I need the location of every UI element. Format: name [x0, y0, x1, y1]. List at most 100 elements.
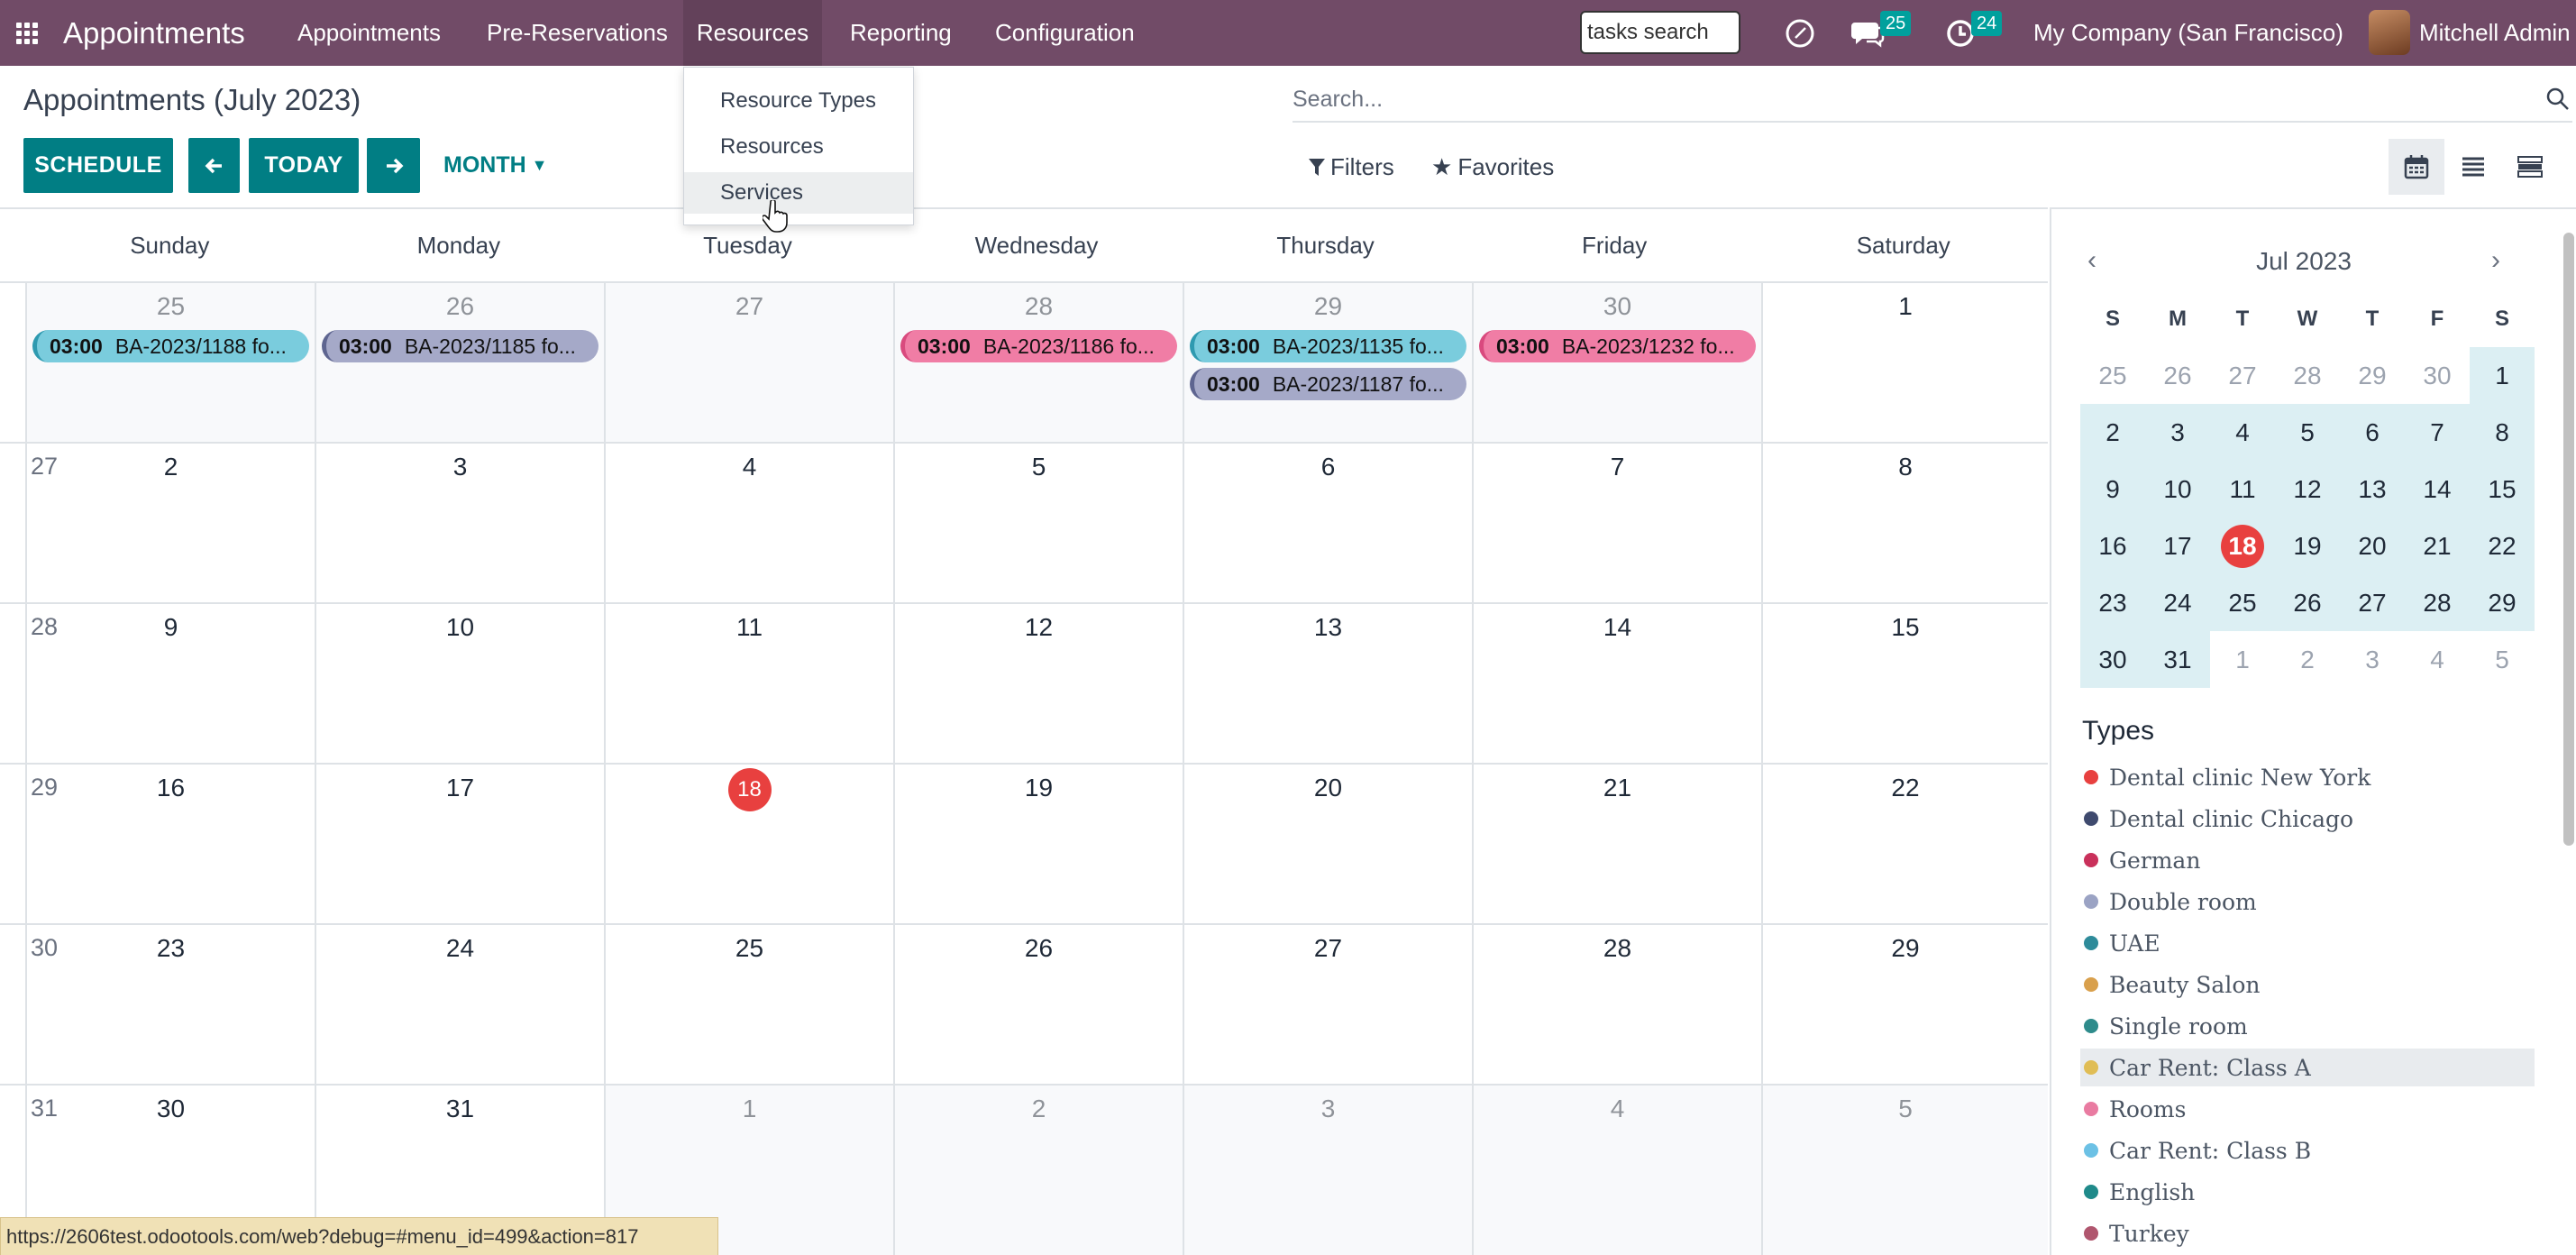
- menu-configuration[interactable]: Configuration: [995, 0, 1135, 66]
- mini-day[interactable]: 15: [2470, 461, 2535, 518]
- gantt-view-button[interactable]: [2502, 139, 2558, 195]
- mini-day[interactable]: 25: [2080, 347, 2145, 404]
- type-filter-item[interactable]: Dental clinic Chicago: [2080, 800, 2535, 838]
- mini-day[interactable]: 31: [2145, 631, 2210, 688]
- menu-resources[interactable]: Resources: [683, 0, 822, 66]
- day-cell[interactable]: 27: [1183, 925, 1472, 1086]
- mini-day[interactable]: 27: [2340, 574, 2405, 631]
- mini-day[interactable]: 30: [2405, 347, 2470, 404]
- apps-menu-icon[interactable]: [16, 0, 41, 66]
- mini-day[interactable]: 13: [2340, 461, 2405, 518]
- day-cell[interactable]: 1: [1761, 283, 2048, 444]
- mini-day[interactable]: 28: [2275, 347, 2340, 404]
- day-cell[interactable]: 13: [1183, 604, 1472, 765]
- type-filter-item[interactable]: English: [2080, 1173, 2535, 1211]
- type-filter-item[interactable]: Dental clinic New York: [2080, 758, 2535, 796]
- calendar-event[interactable]: 03:00 BA-2023/1135 fo...: [1190, 330, 1466, 362]
- day-cell[interactable]: 12: [893, 604, 1183, 765]
- menu-item-resource-types[interactable]: Resource Types: [684, 80, 913, 122]
- mini-day[interactable]: 27: [2210, 347, 2275, 404]
- day-cell[interactable]: 7: [1472, 444, 1761, 604]
- sidebar-scrollbar[interactable]: [2563, 233, 2574, 846]
- day-cell[interactable]: 29: [1761, 925, 2048, 1086]
- calendar-event[interactable]: 03:00 BA-2023/1232 fo...: [1479, 330, 1756, 362]
- mini-day[interactable]: 5: [2275, 404, 2340, 461]
- mini-day[interactable]: 21: [2405, 518, 2470, 574]
- mini-day[interactable]: 28: [2405, 574, 2470, 631]
- day-cell[interactable]: 4: [604, 444, 893, 604]
- day-cell[interactable]: 26 03:00 BA-2023/1185 fo...: [315, 283, 604, 444]
- mini-day[interactable]: 29: [2340, 347, 2405, 404]
- day-cell[interactable]: 10: [315, 604, 604, 765]
- day-cell[interactable]: 16: [25, 765, 315, 925]
- day-cell[interactable]: 28 03:00 BA-2023/1186 fo...: [893, 283, 1183, 444]
- day-cell[interactable]: 15: [1761, 604, 2048, 765]
- day-cell[interactable]: 21: [1472, 765, 1761, 925]
- day-cell[interactable]: 19: [893, 765, 1183, 925]
- day-cell[interactable]: 14: [1472, 604, 1761, 765]
- day-cell[interactable]: 4: [1472, 1086, 1761, 1255]
- mini-day[interactable]: 4: [2405, 631, 2470, 688]
- day-cell[interactable]: 28: [1472, 925, 1761, 1086]
- filters-toggle[interactable]: Filters: [1309, 153, 1394, 181]
- mini-day[interactable]: 16: [2080, 518, 2145, 574]
- calendar-event[interactable]: 03:00 BA-2023/1188 fo...: [32, 330, 309, 362]
- mini-day[interactable]: 26: [2145, 347, 2210, 404]
- mini-day[interactable]: 24: [2145, 574, 2210, 631]
- mini-day[interactable]: 19: [2275, 518, 2340, 574]
- day-cell[interactable]: 3: [1183, 1086, 1472, 1255]
- type-filter-item[interactable]: Turkey: [2080, 1214, 2535, 1252]
- search-icon[interactable]: [2545, 87, 2571, 112]
- scale-dropdown[interactable]: MONTH ▼: [443, 138, 547, 193]
- mini-day[interactable]: 9: [2080, 461, 2145, 518]
- company-switcher[interactable]: My Company (San Francisco): [2033, 0, 2343, 66]
- mini-day[interactable]: 1: [2210, 631, 2275, 688]
- today-button[interactable]: TODAY: [249, 138, 359, 193]
- day-cell[interactable]: 3: [315, 444, 604, 604]
- user-menu[interactable]: Mitchell Admin: [2419, 0, 2571, 66]
- day-cell[interactable]: 30 03:00 BA-2023/1232 fo...: [1472, 283, 1761, 444]
- menu-appointments[interactable]: Appointments: [297, 0, 441, 66]
- mini-day[interactable]: 7: [2405, 404, 2470, 461]
- app-brand[interactable]: Appointments: [63, 0, 245, 66]
- type-filter-item[interactable]: Car Rent: Class B: [2080, 1131, 2535, 1169]
- mini-day[interactable]: 5: [2470, 631, 2535, 688]
- mini-day[interactable]: 1: [2470, 347, 2535, 404]
- type-filter-item[interactable]: Double room: [2080, 883, 2535, 921]
- menu-pre-reservations[interactable]: Pre-Reservations: [487, 0, 668, 66]
- mini-day[interactable]: 20: [2340, 518, 2405, 574]
- day-cell[interactable]: 11: [604, 604, 893, 765]
- type-filter-item[interactable]: Beauty Salon: [2080, 966, 2535, 1003]
- mini-day[interactable]: 26: [2275, 574, 2340, 631]
- mini-day[interactable]: 3: [2340, 631, 2405, 688]
- mini-day[interactable]: 3: [2145, 404, 2210, 461]
- mini-day[interactable]: 17: [2145, 518, 2210, 574]
- day-cell[interactable]: 29 03:00 BA-2023/1135 fo... 03:00 BA-2023/…: [1183, 283, 1472, 444]
- mini-day[interactable]: 14: [2405, 461, 2470, 518]
- mini-day[interactable]: 8: [2470, 404, 2535, 461]
- day-cell[interactable]: 24: [315, 925, 604, 1086]
- mini-day[interactable]: 25: [2210, 574, 2275, 631]
- mini-day-today[interactable]: 18: [2210, 518, 2275, 574]
- calendar-event[interactable]: 03:00 BA-2023/1185 fo...: [322, 330, 598, 362]
- mini-day[interactable]: 30: [2080, 631, 2145, 688]
- type-filter-item[interactable]: Single room: [2080, 1007, 2535, 1045]
- mini-day[interactable]: 12: [2275, 461, 2340, 518]
- day-cell[interactable]: 23: [25, 925, 315, 1086]
- day-cell[interactable]: 9: [25, 604, 315, 765]
- day-cell[interactable]: 26: [893, 925, 1183, 1086]
- mini-day[interactable]: 2: [2275, 631, 2340, 688]
- day-cell[interactable]: 2: [893, 1086, 1183, 1255]
- voip-phone-icon[interactable]: [1779, 0, 1821, 66]
- mini-day[interactable]: 11: [2210, 461, 2275, 518]
- mini-day[interactable]: 22: [2470, 518, 2535, 574]
- mini-day[interactable]: 4: [2210, 404, 2275, 461]
- mini-day[interactable]: 10: [2145, 461, 2210, 518]
- previous-button[interactable]: [188, 138, 240, 193]
- schedule-button[interactable]: SCHEDULE: [23, 138, 173, 193]
- type-filter-item[interactable]: Rooms: [2080, 1090, 2535, 1128]
- mini-day[interactable]: 2: [2080, 404, 2145, 461]
- day-cell[interactable]: 17: [315, 765, 604, 925]
- user-avatar[interactable]: [2369, 10, 2410, 55]
- day-cell[interactable]: 2: [25, 444, 315, 604]
